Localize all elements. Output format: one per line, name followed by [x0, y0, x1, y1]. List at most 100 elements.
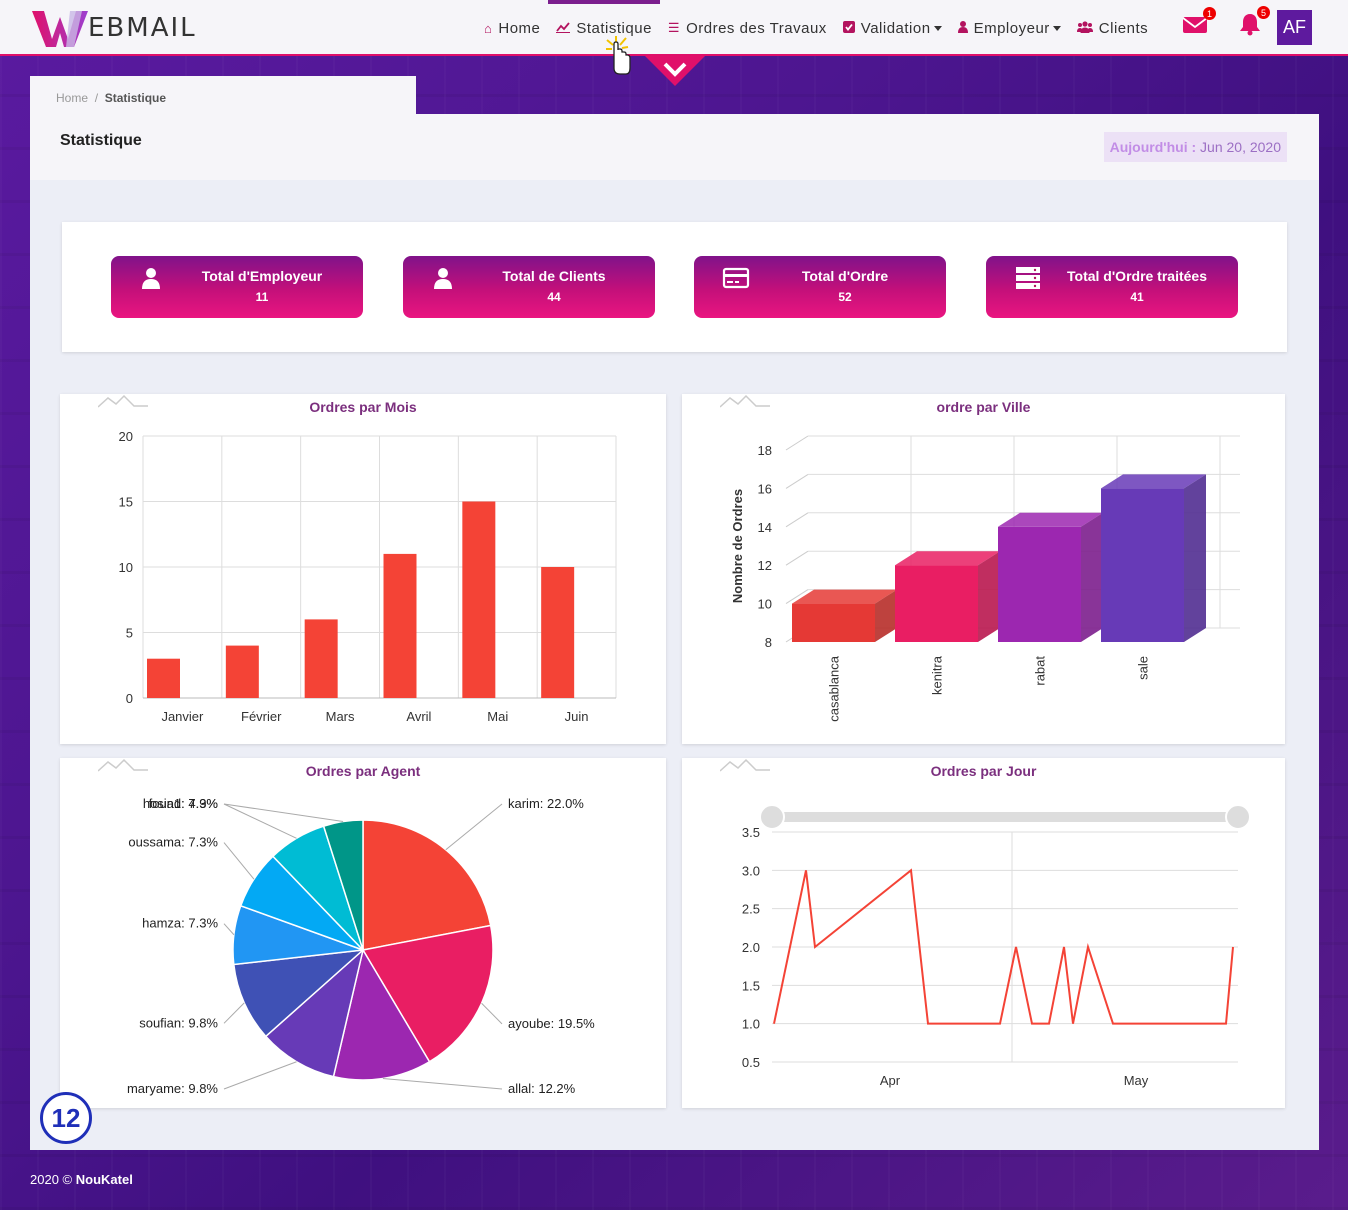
- menu-toggle-chevron-icon[interactable]: [645, 56, 705, 86]
- gridline-side: [785, 473, 809, 489]
- today-label: Aujourd'hui :: [1109, 139, 1197, 155]
- kpi-label: Total d'Ordre traitées: [1067, 268, 1207, 284]
- nav-validation-label: Validation: [860, 19, 931, 37]
- x-tick-label: May: [1124, 1073, 1149, 1088]
- y-tick-label: 3.0: [742, 863, 760, 878]
- today-value: Jun 20, 2020: [1200, 139, 1281, 155]
- notifications-button[interactable]: 5: [1238, 6, 1270, 42]
- breadcrumb-current: Statistique: [104, 91, 167, 105]
- leader-line: [223, 1061, 297, 1090]
- kpi-value: 41: [1130, 290, 1144, 304]
- bar-chart-mois: 0 5 10 15 20 Janvier Février Mars Avril Mai Juin: [119, 429, 617, 724]
- kpi-clients[interactable]: Total de Clients 44: [403, 256, 655, 318]
- nav-validation[interactable]: Validation: [842, 0, 942, 56]
- bar: [462, 501, 496, 698]
- bar-side: [1184, 474, 1206, 642]
- y-tick-label: 20: [119, 429, 133, 444]
- kpi-ordre-traitees[interactable]: Total d'Ordre traitées 41: [986, 256, 1238, 318]
- bar: [304, 619, 338, 698]
- slice-label: oussama: 7.3%: [128, 835, 218, 850]
- leader-line: [223, 923, 235, 936]
- y-tick-label: 1.5: [742, 978, 760, 993]
- nav-employeur[interactable]: Employeur: [957, 0, 1061, 56]
- y-tick-label: 14: [758, 520, 772, 535]
- bar: [541, 567, 575, 698]
- nav-home-label: Home: [498, 19, 541, 37]
- chart-ordres-par-agent: Ordres par Agent karim: 22.0% ayoube: 19.…: [60, 758, 666, 1108]
- x-tick-label: Février: [241, 709, 282, 724]
- brand-logo[interactable]: EBMAIL: [30, 6, 197, 50]
- check-square-icon: [842, 20, 855, 36]
- slice-label: maryame: 9.8%: [127, 1081, 218, 1096]
- kpi-ordre[interactable]: Total d'Ordre 52: [694, 256, 946, 318]
- nav-clients-label: Clients: [1098, 19, 1149, 37]
- line-chart-jour: 0.5 1.0 1.5 2.0 2.5 3.0 3.5 Apr May: [742, 804, 1251, 1088]
- kpi-label: Total d'Employeur: [201, 268, 323, 284]
- gridline-side: [785, 550, 809, 566]
- bar: [147, 658, 180, 698]
- nav-clients[interactable]: Clients: [1076, 0, 1149, 56]
- y-tick-label: 10: [119, 560, 133, 575]
- range-scrollbar: [772, 812, 1238, 822]
- bar: [1101, 488, 1184, 642]
- x-tick-label: casablanca: [827, 655, 842, 722]
- chart-ordre-par-ville: ordre par Ville 8 10 12 14 16 18 Nombre de Ord…: [682, 394, 1285, 744]
- leader-line: [223, 1002, 245, 1024]
- slice-label: karim: 22.0%: [508, 796, 584, 811]
- y-tick-label: 2.5: [742, 902, 760, 917]
- kpi-value: 11: [255, 290, 269, 304]
- y-tick-label: 8: [765, 635, 772, 650]
- x-tick-label: Avril: [406, 709, 431, 724]
- home-icon: ⌂: [484, 20, 493, 36]
- users-icon: [1076, 20, 1093, 36]
- user-icon: [434, 268, 452, 289]
- bar: [225, 645, 259, 698]
- gridline-side: [785, 435, 809, 451]
- kpi-employeur[interactable]: Total d'Employeur 11: [111, 256, 363, 318]
- y-tick-label: 0.5: [742, 1055, 760, 1070]
- brand-name: EBMAIL: [88, 13, 197, 43]
- chart-watermark-icon: [98, 394, 148, 408]
- footer-company[interactable]: NouKatel: [76, 1172, 133, 1187]
- kpi-value: 52: [838, 290, 852, 304]
- x-tick-label: Janvier: [161, 709, 204, 724]
- bar: [895, 565, 978, 642]
- slice-label: hosin1: 4.9%: [143, 796, 219, 811]
- bar: [383, 553, 417, 698]
- page-header: Statistique Aujourd'hui : Jun 20, 2020: [30, 114, 1319, 180]
- chart-watermark-icon: [720, 394, 770, 408]
- y-tick-label: 3.5: [742, 825, 760, 840]
- breadcrumb-home[interactable]: Home: [56, 91, 88, 105]
- slice-label: ayoube: 19.5%: [508, 1016, 595, 1031]
- scroll-handle-left: [759, 804, 785, 830]
- user-icon: [957, 20, 968, 36]
- y-tick-label: 15: [119, 495, 133, 510]
- footer: 2020 © NouKatel: [30, 1172, 133, 1187]
- pie-chart-agent: karim: 22.0% ayoube: 19.5% allal: 12.2% mar…: [127, 796, 595, 1096]
- kpi-panel: Total d'Employeur 11 Total de Clients 44…: [62, 222, 1287, 352]
- chart-ordres-par-jour: Ordres par Jour 0.5 1.0 1.5 2.0 2.5 3.0 3.5 Apr…: [682, 758, 1285, 1108]
- mail-button[interactable]: 1: [1182, 7, 1216, 41]
- footer-year: 2020 ©: [30, 1172, 73, 1187]
- nav-home[interactable]: ⌂ Home: [484, 0, 540, 56]
- breadcrumb: Home / Statistique: [30, 76, 416, 116]
- main-content: Statistique Aujourd'hui : Jun 20, 2020 T…: [30, 114, 1319, 1150]
- chevron-down-icon: [933, 25, 942, 31]
- bar: [792, 603, 875, 642]
- x-tick-label: Juin: [565, 709, 589, 724]
- y-tick-label: 1.0: [742, 1017, 760, 1032]
- nav-ordres-travaux[interactable]: ☰ Ordres des Travaux: [668, 0, 827, 56]
- bar-side: [978, 551, 1000, 642]
- user-icon: [142, 268, 160, 289]
- leader-line: [382, 1077, 503, 1090]
- leader-line: [445, 803, 503, 851]
- y-tick-label: 0: [126, 691, 133, 706]
- user-avatar[interactable]: AF: [1277, 10, 1312, 45]
- gridline-side: [785, 512, 809, 528]
- slice-label: soufian: 9.8%: [139, 1015, 218, 1030]
- chart-line-icon: [556, 21, 571, 36]
- scroll-handle-right: [1225, 804, 1251, 830]
- bar-chart-ville-3d: 8 10 12 14 16 18 Nombre de Ordres casablanca ken…: [730, 435, 1240, 722]
- nav-ordres-label: Ordres des Travaux: [686, 19, 827, 37]
- x-tick-label: Apr: [880, 1073, 901, 1088]
